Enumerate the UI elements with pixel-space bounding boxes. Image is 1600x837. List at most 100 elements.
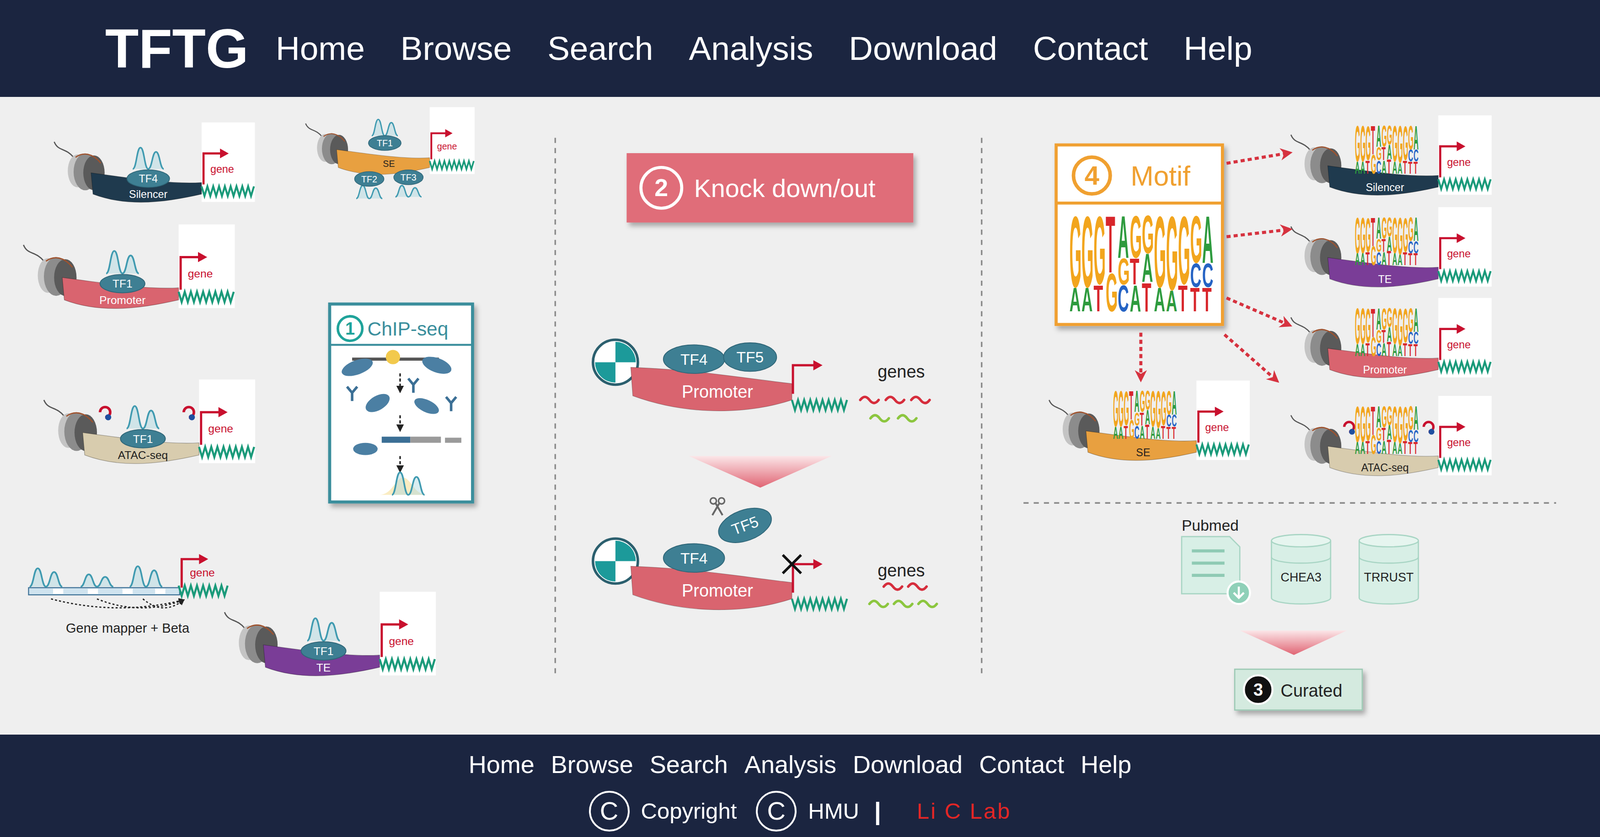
tf-node: TF4 [127,170,170,188]
tf-label: TF3 [400,172,417,183]
source-label: Pubmed [1181,517,1239,535]
flow-arrow-icon [1224,334,1276,380]
gene-label: gene [437,141,458,152]
top-bar: TFTG Home Browse Search Analysis Download Con… [0,0,1600,97]
region-ribbon [630,566,792,611]
nav-link[interactable]: Download [848,28,998,69]
region-label: Promoter [1363,363,1408,376]
knocked-tf: TF5 [713,501,776,550]
chip-seq-illustration [339,350,462,496]
motif-letter: T [1386,246,1392,270]
genes-label: genes [877,362,925,382]
region-label: Promoter [99,294,146,307]
regulatory-element: TF1TF2TF3SEgene [305,107,475,199]
footer-link[interactable]: Download [852,748,963,781]
chromatin-mark-icon [1423,422,1435,435]
transcript-mark [860,396,879,403]
tf-node: TF4 [663,344,725,374]
signal-peaks [80,574,113,588]
tf-node: TF1 [100,274,145,293]
motif-letter: A [1118,423,1124,443]
footer: Home Browse Search Analysis Download Contact H… [0,734,1600,837]
signal-peaks [391,472,425,495]
motif-letter: C [1117,278,1129,320]
regulatory-element: GAGAGTTGAGCGTAGATGAGAGTGCTACTATAC-seqgen… [1290,395,1492,477]
flow-arrow-icon [1226,229,1288,237]
motif-letter: A [1392,438,1398,458]
regulatory-element: GAGAGTTGAGCGTAGATGAGAGTGCTACTPromotergen… [1290,298,1492,379]
gene-label: gene [1446,247,1471,260]
regulatory-element: GAGAGTTGAGCGTAGATGAGAGTGCTACTSilencergen… [1290,115,1492,196]
transcript-mark [885,396,905,403]
motif-letter: T [1145,420,1150,444]
dna-helix [178,291,235,302]
regulatory-element: TF4Silencergene [54,122,256,203]
region-label: ATAC-seq [1361,461,1409,474]
lab-name[interactable]: Li C Lab [916,797,1012,825]
site-logo[interactable]: TFTG [105,17,249,80]
knockdown-diagram: PromoterTF4TF5genes [593,497,937,611]
chromatin-mark-icon [183,407,196,421]
footer-link[interactable]: Home [468,748,535,781]
regulatory-element: TF1Promotergene [23,224,235,309]
tf-label: TF1 [313,645,334,658]
footer-link[interactable]: Help [1080,748,1132,781]
motif-letter: T [1166,423,1171,443]
tf-label: TF5 [736,348,764,366]
motif-letter: A [1354,438,1360,458]
motif-logo: GAGAGTTGAGCGTAGATGAGAGTGCTACT [1069,194,1214,323]
nav-link[interactable]: Help [1183,28,1253,69]
footer-link[interactable]: Search [649,748,728,781]
signal-peaks [132,147,164,170]
motif-letter: A [1381,248,1387,269]
signal-peaks [129,566,162,588]
nav-link[interactable]: Browse [400,28,512,69]
copyright-mark: C [755,791,797,832]
footer-link[interactable]: Analysis [744,748,837,781]
motif-letter: C [1376,339,1382,360]
dna-helix [1438,179,1491,189]
motif-letter: A [1154,280,1166,319]
transcript-mark [893,600,913,607]
hero-figure: TF4SilencergeneTF1TF2TF3SEgeneTF1Promote… [0,96,1600,735]
motif-logo: GAGAGTTGAGCGTAGATGAGAGTGCTACT [1354,115,1419,179]
motif-letter: T [1408,341,1413,360]
footer-link[interactable]: Browse [551,748,634,781]
chromatin-mark-icon [1344,422,1355,435]
motif-letter: A [1397,251,1403,269]
motif-letter: T [1202,280,1212,319]
motif-letter: T [1386,435,1392,459]
dna-helix [1196,444,1249,455]
motif-letter: T [1402,156,1408,178]
motif-letter: A [1397,160,1403,177]
panel-divider [554,138,557,679]
motif-letter: T [1141,274,1152,320]
motif-letter: A [1392,158,1398,178]
nucleosome-icon [593,339,638,385]
gene-label: gene [1446,156,1471,169]
nav-link[interactable]: Contact [1032,28,1149,69]
data-source-panel: TF4SilencergeneTF1TF2TF3SEgeneTF1Promote… [0,96,555,735]
footer-menu: Home Browse Search Analysis Download Contact H… [468,748,1132,781]
flow-arrow-icon [1226,153,1288,164]
motif-letter: C [1376,248,1382,269]
motif-letter: G [1129,414,1135,445]
gene-label: gene [210,163,235,176]
nav-link[interactable]: Search [547,28,653,69]
motif-letter: G [1370,240,1377,272]
step-title: Motif [1130,160,1191,192]
tf-node: TF5 [723,342,777,372]
motif-letter: A [1381,437,1387,458]
nav-link[interactable]: Home [275,28,365,69]
knockdown-diagram: PromoterTF4TF5genes [593,339,930,422]
motif-letter: T [1093,277,1103,320]
tf-label: TF5 [729,513,761,539]
gene-mapper-diagram: geneGene mapper + Beta [28,554,228,636]
dna-helix [379,659,435,670]
transcript-mark [911,396,930,403]
step-number: 3 [1253,680,1263,700]
nav-link[interactable]: Analysis [688,28,814,69]
motif-letter: T [1413,250,1418,270]
scissors-icon [710,497,725,516]
footer-link[interactable]: Contact [979,748,1065,781]
